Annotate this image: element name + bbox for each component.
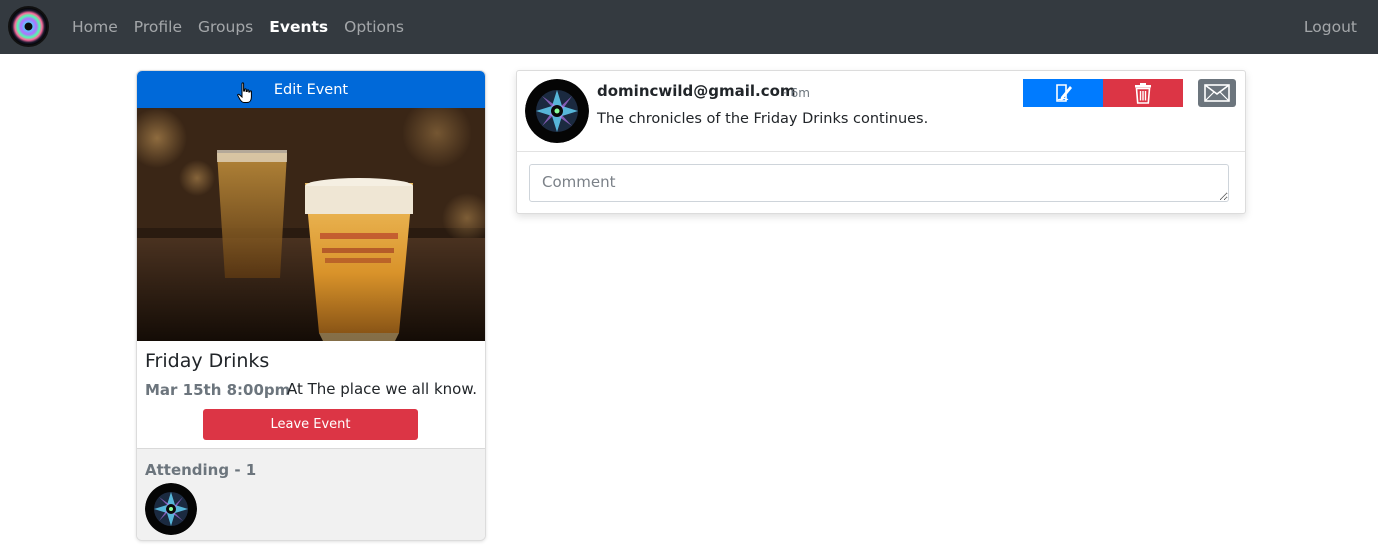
nav-links: Home Profile Groups Events Options <box>72 0 404 54</box>
post-timestamp: · 6m <box>783 86 810 100</box>
nav-link-options[interactable]: Options <box>344 18 404 36</box>
post-author-avatar[interactable] <box>525 79 589 143</box>
logout-link[interactable]: Logout <box>1304 0 1357 54</box>
post-divider <box>517 151 1245 152</box>
event-photo <box>137 108 485 341</box>
event-date: Mar 15th 8:00pm <box>145 381 291 399</box>
nav-link-events[interactable]: Events <box>269 18 328 36</box>
attendee-avatar[interactable] <box>145 483 197 535</box>
message-button[interactable] <box>1198 79 1236 107</box>
event-title: Friday Drinks <box>145 350 270 372</box>
event-location: At The place we all know. <box>286 380 477 398</box>
post-card: domincwild@gmail.com · 6m The chronicles… <box>516 70 1246 214</box>
leave-event-button[interactable]: Leave Event <box>203 409 418 440</box>
attending-count: Attending - 1 <box>145 461 257 479</box>
edit-event-button[interactable]: Edit Event <box>137 71 485 108</box>
trash-icon <box>1135 83 1151 104</box>
brand-logo[interactable] <box>8 6 49 47</box>
event-card: Edit Event Friday Drinks Mar 15th 8:00pm… <box>136 70 486 541</box>
top-navbar: Home Profile Groups Events Options Logou… <box>0 0 1378 54</box>
nav-link-profile[interactable]: Profile <box>134 18 182 36</box>
envelope-icon <box>1204 84 1230 102</box>
edit-post-button[interactable] <box>1023 79 1103 107</box>
pencil-sign-icon <box>1056 84 1072 102</box>
delete-post-button[interactable] <box>1103 79 1183 107</box>
edit-event-label: Edit Event <box>273 81 349 98</box>
nav-link-groups[interactable]: Groups <box>198 18 253 36</box>
post-author[interactable]: domincwild@gmail.com <box>597 82 796 100</box>
attending-section: Attending - 1 <box>137 448 485 540</box>
comment-input[interactable] <box>529 164 1229 202</box>
nav-link-home[interactable]: Home <box>72 18 118 36</box>
post-text: The chronicles of the Friday Drinks cont… <box>597 111 929 127</box>
hand-pointer-icon <box>237 82 252 103</box>
